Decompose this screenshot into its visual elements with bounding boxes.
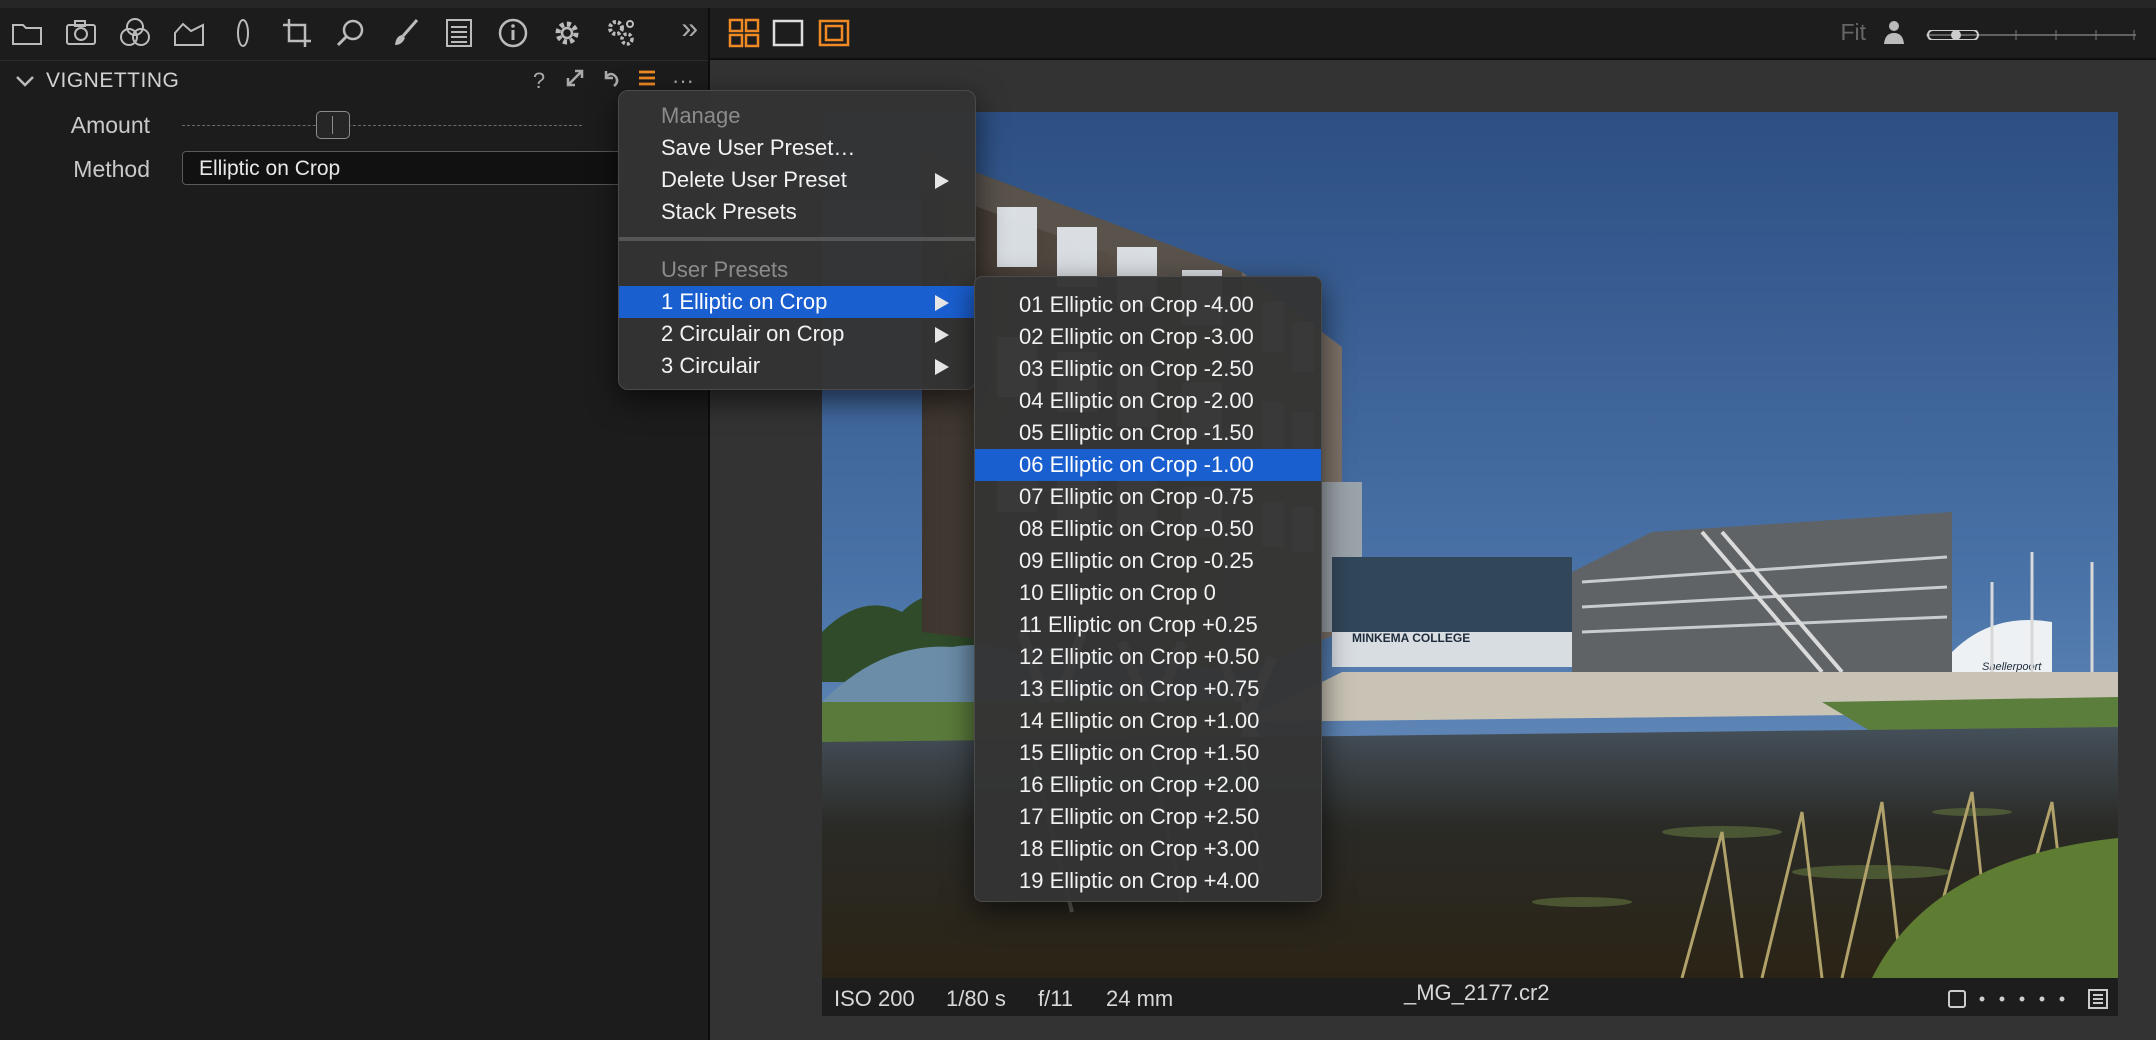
submenu-item[interactable]: 04 Elliptic on Crop -2.00 bbox=[975, 385, 1321, 417]
metadata-icon[interactable] bbox=[432, 8, 486, 58]
submenu-arrow-icon bbox=[935, 359, 949, 375]
tool-title: VIGNETTING bbox=[46, 69, 180, 92]
crop-icon[interactable] bbox=[270, 8, 324, 58]
brush-icon[interactable] bbox=[378, 8, 432, 58]
iso-value: ISO 200 bbox=[834, 986, 915, 1011]
gear-icon[interactable] bbox=[540, 8, 594, 58]
submenu-item[interactable]: 16 Elliptic on Crop +2.00 bbox=[975, 769, 1321, 801]
person-icon bbox=[1884, 21, 1904, 44]
chevron-down-icon[interactable] bbox=[14, 70, 36, 92]
submenu-item[interactable]: 13 Elliptic on Crop +0.75 bbox=[975, 673, 1321, 705]
menu-item-preset-1[interactable]: 1 Elliptic on Crop bbox=[619, 286, 975, 318]
submenu-item[interactable]: 14 Elliptic on Crop +1.00 bbox=[975, 705, 1321, 737]
submenu-arrow-icon bbox=[935, 295, 949, 311]
amount-slider-handle[interactable] bbox=[316, 111, 350, 139]
method-row: Method Elliptic on Crop bbox=[0, 149, 708, 189]
photo-sign-college: MINKEMA COLLEGE bbox=[1352, 631, 1470, 645]
preset-submenu: 01 Elliptic on Crop -4.00 02 Elliptic on … bbox=[974, 276, 1322, 902]
reset-icon[interactable] bbox=[600, 67, 622, 95]
aperture-value: f/11 bbox=[1038, 986, 1074, 1011]
fit-label[interactable]: Fit bbox=[1840, 19, 1866, 46]
menu-item-preset-2[interactable]: 2 Circulair on Crop bbox=[619, 318, 975, 350]
vignetting-tool-header[interactable]: VIGNETTING ? ··· bbox=[0, 60, 708, 101]
menu-item-delete-user-preset[interactable]: Delete User Preset bbox=[619, 164, 975, 196]
submenu-item[interactable]: 07 Elliptic on Crop -0.75 bbox=[975, 481, 1321, 513]
search-icon[interactable] bbox=[324, 8, 378, 58]
amount-label: Amount bbox=[70, 111, 150, 138]
menu-item-label: 2 Circulair on Crop bbox=[661, 321, 845, 346]
presets-menu: Manage Save User Preset… Delete User Pre… bbox=[618, 90, 976, 390]
menu-item-preset-3[interactable]: 3 Circulair bbox=[619, 350, 975, 382]
gears-icon[interactable] bbox=[594, 8, 648, 58]
color-circles-icon[interactable] bbox=[108, 8, 162, 58]
method-label: Method bbox=[73, 155, 150, 182]
method-select[interactable]: Elliptic on Crop bbox=[182, 151, 622, 185]
submenu-arrow-icon bbox=[935, 173, 949, 189]
menu-item-save-user-preset[interactable]: Save User Preset… bbox=[619, 132, 975, 164]
checkbox-icon[interactable] bbox=[1948, 990, 1966, 1008]
more-tabs-icon[interactable]: » bbox=[681, 12, 698, 46]
tool-panel: » VIGNETTING ? ··· Amount Method Ellipti… bbox=[0, 8, 710, 1040]
lens-icon[interactable] bbox=[216, 8, 270, 58]
submenu-item[interactable]: 18 Elliptic on Crop +3.00 bbox=[975, 833, 1321, 865]
rating-dots[interactable] bbox=[1972, 994, 2072, 1004]
shutter-value: 1/80 s bbox=[946, 986, 1006, 1011]
submenu-item[interactable]: 10 Elliptic on Crop 0 bbox=[975, 577, 1321, 609]
submenu-item[interactable]: 17 Elliptic on Crop +2.50 bbox=[975, 801, 1321, 833]
submenu-item[interactable]: 02 Elliptic on Crop -3.00 bbox=[975, 321, 1321, 353]
menu-item-label: 3 Circulair bbox=[661, 353, 761, 378]
metadata-icon[interactable] bbox=[2088, 989, 2108, 1009]
menu-header-manage: Manage bbox=[661, 103, 741, 128]
submenu-item[interactable]: 03 Elliptic on Crop -2.50 bbox=[975, 353, 1321, 385]
image-info-bar: ISO 200 1/80 s f/11 24 mm _MG_2177.cr2 bbox=[822, 978, 2118, 1016]
single-view-icon[interactable] bbox=[772, 17, 804, 49]
menu-header-user-presets: User Presets bbox=[661, 257, 789, 282]
filename: _MG_2177.cr2 bbox=[1404, 980, 1550, 1005]
submenu-item[interactable]: 11 Elliptic on Crop +0.25 bbox=[975, 609, 1321, 641]
multi-view-icon[interactable] bbox=[818, 17, 850, 49]
submenu-item[interactable]: 01 Elliptic on Crop -4.00 bbox=[975, 289, 1321, 321]
exposure-icon[interactable] bbox=[162, 8, 216, 58]
menu-item-stack-presets[interactable]: Stack Presets bbox=[619, 196, 975, 228]
amount-row: Amount bbox=[0, 105, 708, 145]
submenu-item[interactable]: 08 Elliptic on Crop -0.50 bbox=[975, 513, 1321, 545]
submenu-item[interactable]: 15 Elliptic on Crop +1.50 bbox=[975, 737, 1321, 769]
submenu-item[interactable]: 19 Elliptic on Crop +4.00 bbox=[975, 865, 1321, 897]
menu-separator bbox=[619, 237, 975, 241]
help-icon[interactable]: ? bbox=[528, 68, 550, 94]
submenu-item[interactable]: 12 Elliptic on Crop +0.50 bbox=[975, 641, 1321, 673]
submenu-arrow-icon bbox=[935, 327, 949, 343]
submenu-item[interactable]: 05 Elliptic on Crop -1.50 bbox=[975, 417, 1321, 449]
zoom-slider[interactable] bbox=[1926, 30, 2136, 40]
menu-item-label: 1 Elliptic on Crop bbox=[661, 289, 828, 314]
menu-item-label: Delete User Preset bbox=[661, 167, 847, 192]
folder-icon[interactable] bbox=[0, 8, 54, 58]
amount-slider[interactable] bbox=[182, 111, 582, 139]
camera-icon[interactable] bbox=[54, 8, 108, 58]
submenu-item[interactable]: 06 Elliptic on Crop -1.00 bbox=[975, 449, 1321, 481]
focal-length-value: 24 mm bbox=[1106, 986, 1174, 1011]
info-icon[interactable] bbox=[486, 8, 540, 58]
tool-tabs-toolbar: » bbox=[0, 8, 708, 58]
grid-view-icon[interactable] bbox=[728, 17, 760, 49]
viewer-toolbar: Fit bbox=[710, 8, 2156, 60]
submenu-item[interactable]: 09 Elliptic on Crop -0.25 bbox=[975, 545, 1321, 577]
expand-icon[interactable] bbox=[564, 67, 586, 95]
